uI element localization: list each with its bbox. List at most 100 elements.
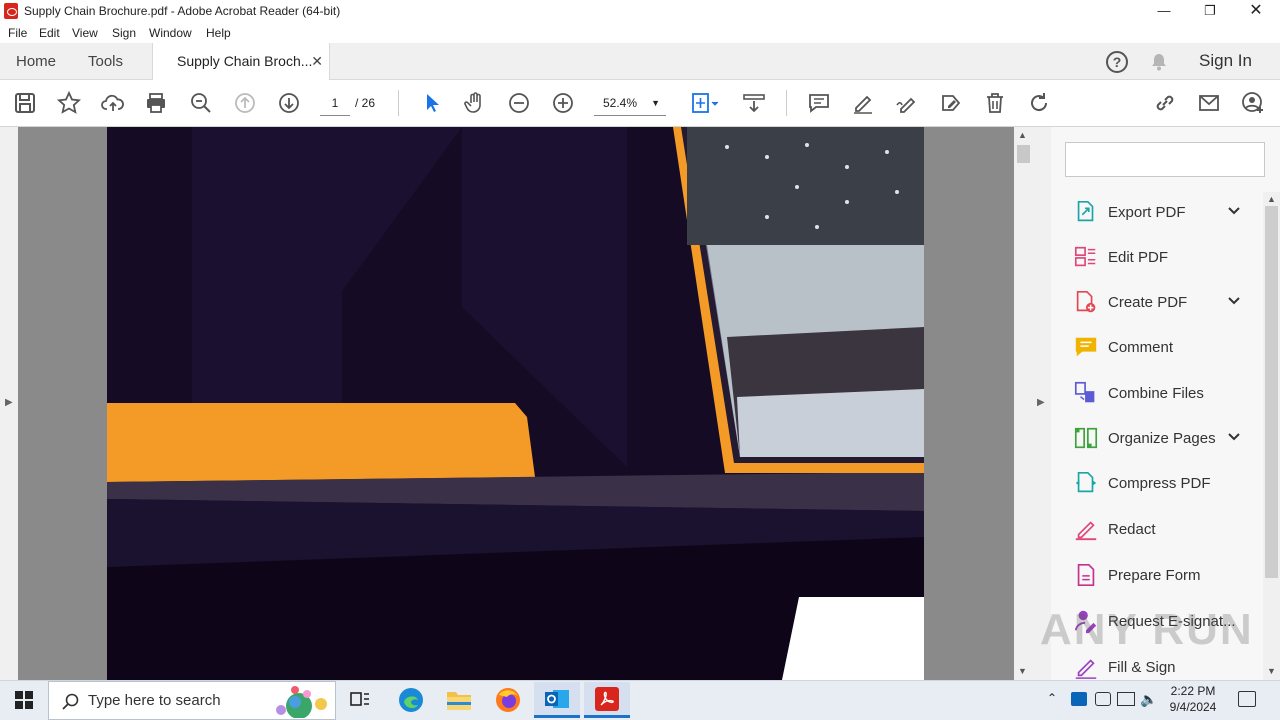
page-number-input[interactable]: 1	[320, 92, 350, 116]
edit-text-icon[interactable]	[938, 90, 964, 116]
zoom-marquee-icon[interactable]	[188, 90, 214, 116]
highlight-pen-icon[interactable]	[850, 90, 876, 116]
edge-browser-icon[interactable]	[388, 682, 434, 718]
next-page-icon[interactable]	[276, 90, 302, 116]
tab-home[interactable]: Home	[0, 43, 72, 80]
menu-sign[interactable]: Sign	[112, 26, 136, 40]
menu-help[interactable]: Help	[206, 26, 231, 40]
network-icon[interactable]	[1117, 692, 1135, 706]
tools-pane-scrollbar[interactable]: ▲ ▼	[1263, 192, 1280, 680]
export-pdf-icon	[1072, 198, 1100, 226]
search-icon	[62, 693, 79, 710]
tool-label: Edit PDF	[1108, 248, 1169, 266]
firefox-icon[interactable]	[485, 682, 531, 718]
close-button[interactable]: ✕	[1233, 0, 1279, 23]
notification-bell-icon[interactable]	[1149, 52, 1169, 77]
notifications-icon[interactable]	[1238, 691, 1256, 707]
menu-file[interactable]: File	[8, 26, 27, 40]
maximize-button[interactable]: ❐	[1187, 0, 1233, 23]
chevron-down-icon[interactable]	[1228, 430, 1240, 444]
right-panel-collapse[interactable]: ▶	[1033, 127, 1051, 680]
search-highlight-icon	[276, 686, 327, 718]
tab-document[interactable]: Supply Chain Broch... ✕	[152, 43, 330, 81]
compress-pdf-icon	[1072, 469, 1100, 497]
collapse-right-panel-icon[interactable]: ▶	[1037, 397, 1045, 408]
zoom-level-dropdown[interactable]: 52.4% ▼	[594, 91, 666, 116]
acrobat-taskbar-icon[interactable]	[584, 682, 630, 718]
save-icon[interactable]	[12, 90, 38, 116]
tool-comment[interactable]: Comment	[1066, 327, 1248, 367]
add-user-icon[interactable]	[1240, 90, 1266, 116]
zoom-out-icon[interactable]	[506, 90, 532, 116]
menu-bar: File Edit View Sign Window Help	[0, 23, 1280, 43]
scrollbar-thumb[interactable]	[1265, 206, 1278, 578]
edit-pdf-icon	[1072, 243, 1100, 271]
previous-page-icon[interactable]	[232, 90, 258, 116]
rotate-icon[interactable]	[1026, 90, 1052, 116]
taskbar-clock[interactable]: 2:22 PM 9/4/2024	[1160, 683, 1226, 715]
menu-edit[interactable]: Edit	[39, 26, 60, 40]
scroll-up-arrow-icon[interactable]: ▲	[1018, 130, 1027, 140]
pdf-page[interactable]	[107, 127, 924, 680]
tool-redact[interactable]: Redact	[1066, 509, 1248, 549]
expand-left-panel-icon[interactable]: ▶	[5, 397, 13, 408]
outlook-icon[interactable]	[534, 682, 580, 718]
help-icon[interactable]: ?	[1106, 51, 1128, 73]
scroll-mode-icon[interactable]	[741, 90, 767, 116]
comment-icon	[1072, 333, 1100, 361]
task-view-icon[interactable]	[337, 682, 383, 718]
title-bar: Supply Chain Brochure.pdf - Adobe Acroba…	[0, 0, 1280, 23]
chevron-down-icon[interactable]	[1228, 204, 1240, 218]
scroll-down-arrow-icon[interactable]: ▼	[1267, 666, 1276, 676]
sign-pen-icon[interactable]	[894, 90, 920, 116]
zoom-in-icon[interactable]	[550, 90, 576, 116]
hand-tool-icon[interactable]	[462, 90, 488, 116]
start-button[interactable]	[0, 680, 48, 720]
menu-view[interactable]: View	[72, 26, 98, 40]
show-hidden-icons-chevron-icon[interactable]: ⌃	[1047, 691, 1057, 705]
toolbar-divider	[398, 90, 399, 116]
search-placeholder: Type here to search	[88, 692, 221, 709]
minimize-button[interactable]: —	[1141, 0, 1187, 23]
file-explorer-icon[interactable]	[436, 682, 482, 718]
tool-label: Redact	[1108, 520, 1156, 538]
tool-export-pdf[interactable]: Export PDF	[1066, 192, 1248, 232]
scroll-down-arrow-icon[interactable]: ▼	[1018, 666, 1027, 676]
fill-sign-icon	[1072, 653, 1100, 681]
scroll-up-arrow-icon[interactable]: ▲	[1267, 194, 1276, 204]
left-panel-collapse[interactable]: ▶	[0, 127, 18, 680]
tab-close-icon[interactable]: ✕	[311, 43, 323, 80]
document-vertical-scrollbar[interactable]: ▲ ▼	[1014, 127, 1033, 680]
scrollbar-thumb[interactable]	[1017, 145, 1030, 163]
upload-cloud-icon[interactable]	[100, 90, 126, 116]
menu-window[interactable]: Window	[149, 26, 192, 40]
tool-organize-pages[interactable]: Organize Pages	[1066, 418, 1248, 458]
zoom-level-value: 52.4%	[603, 96, 638, 110]
redact-icon	[1072, 515, 1100, 543]
meet-now-icon[interactable]	[1095, 692, 1111, 706]
tab-tools[interactable]: Tools	[72, 43, 139, 80]
share-link-icon[interactable]	[1152, 90, 1178, 116]
tool-compress-pdf[interactable]: Compress PDF	[1066, 463, 1248, 503]
acrobat-app-icon	[4, 3, 18, 19]
email-icon[interactable]	[1196, 90, 1222, 116]
tool-label: Prepare Form	[1108, 566, 1201, 584]
chevron-down-icon[interactable]	[1228, 294, 1240, 308]
tool-create-pdf[interactable]: Create PDF	[1066, 282, 1248, 322]
tool-prepare-form[interactable]: Prepare Form	[1066, 555, 1248, 595]
print-icon[interactable]	[143, 90, 169, 116]
tool-label: Organize Pages	[1108, 429, 1216, 447]
tool-label: Comment	[1108, 338, 1174, 356]
tool-edit-pdf[interactable]: Edit PDF	[1066, 237, 1248, 277]
comment-icon[interactable]	[806, 90, 832, 116]
window-title: Supply Chain Brochure.pdf - Adobe Acroba…	[24, 4, 341, 18]
outlook-tray-icon[interactable]	[1071, 692, 1087, 706]
volume-icon[interactable]: 🔈	[1140, 691, 1157, 708]
select-cursor-icon[interactable]	[419, 90, 445, 116]
bookmark-star-icon[interactable]	[56, 90, 82, 116]
tools-search-input[interactable]	[1065, 142, 1265, 177]
tool-combine-files[interactable]: Combine Files	[1066, 373, 1248, 413]
delete-trash-icon[interactable]	[982, 90, 1008, 116]
fit-page-icon[interactable]	[688, 90, 722, 116]
sign-in-button[interactable]: Sign In	[1199, 51, 1252, 71]
